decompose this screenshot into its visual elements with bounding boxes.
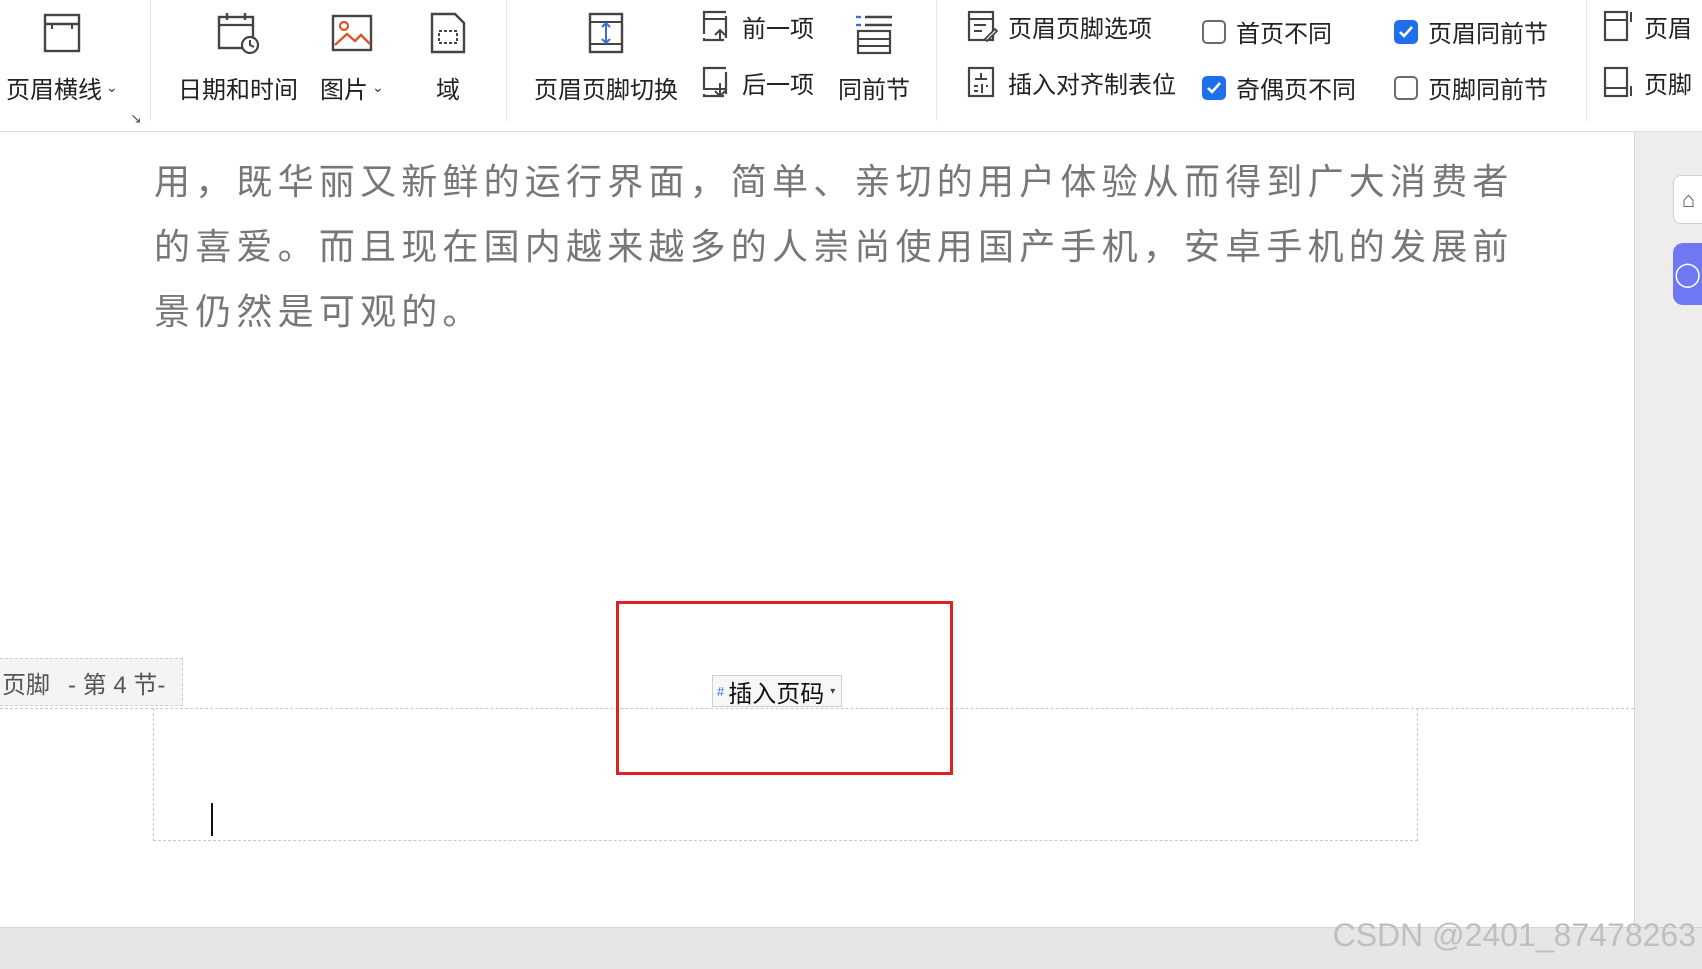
- switch-header-footer-button[interactable]: 页眉页脚切换: [534, 10, 678, 105]
- footer-section-tag: 页脚 - 第 4 节-: [0, 658, 183, 706]
- footer-bottom-label: 页脚: [1644, 71, 1692, 99]
- footer-bottom-icon: [1602, 64, 1634, 100]
- header-footer-options-icon: [966, 8, 998, 44]
- footer-same-prev-checkbox[interactable]: 页脚同前节: [1394, 70, 1548, 105]
- same-as-previous-label: 同前节: [838, 77, 910, 104]
- next-item-label: 后一项: [742, 71, 814, 99]
- dialog-launcher-icon[interactable]: ↘: [130, 110, 142, 127]
- switch-header-footer-icon: [584, 10, 628, 56]
- insert-align-tab-label: 插入对齐制表位: [1008, 71, 1176, 99]
- ribbon-toolbar: 页眉横线 ⌄ ↘ 日期和时间 图片 ⌄ 域 页眉页脚切换 前一项 后一项 同前节…: [0, 0, 1702, 132]
- text-cursor: [211, 803, 213, 836]
- field-label: 域: [436, 77, 460, 104]
- body-paragraph[interactable]: 用，既华丽又新鲜的运行界面，简单、亲切的用户体验从而得到广大消费者 的喜爱。而且…: [154, 150, 1514, 345]
- ribbon-separator: [936, 0, 937, 121]
- watermark: CSDN @2401_87478263: [1332, 917, 1696, 953]
- footer-label: 页脚: [2, 671, 50, 699]
- side-panel-button[interactable]: ⌂: [1673, 175, 1702, 224]
- assistant-icon: ◯: [1674, 260, 1701, 288]
- header-footer-options-label: 页眉页脚选项: [1008, 15, 1152, 43]
- picture-icon: [330, 10, 374, 56]
- collapse-icon: ⌂: [1681, 186, 1696, 212]
- same-as-previous-button[interactable]: 同前节: [838, 10, 910, 105]
- prev-item-button[interactable]: 前一项: [700, 8, 814, 44]
- highlight-annotation-box: [616, 601, 953, 775]
- chevron-down-icon: ⌄: [372, 79, 384, 95]
- header-same-prev-label: 页眉同前节: [1428, 21, 1548, 48]
- first-page-diff-label: 首页不同: [1236, 21, 1332, 48]
- checkbox-unchecked-icon: [1394, 75, 1418, 100]
- prev-item-label: 前一项: [742, 15, 814, 43]
- header-line-label: 页眉横线: [6, 77, 102, 104]
- header-top-distance-button[interactable]: 页眉: [1602, 8, 1692, 44]
- switch-header-footer-label: 页眉页脚切换: [534, 77, 678, 104]
- insert-align-tab-button[interactable]: 插入对齐制表位: [966, 64, 1176, 100]
- assistant-button[interactable]: ◯: [1673, 243, 1702, 305]
- footer-bottom-distance-button[interactable]: 页脚: [1602, 64, 1692, 100]
- calendar-clock-icon: [216, 10, 260, 56]
- same-as-previous-icon: [852, 10, 896, 56]
- section-label: - 第 4 节-: [68, 671, 166, 699]
- align-tab-icon: [966, 64, 998, 100]
- ribbon-separator: [1586, 0, 1587, 121]
- field-button[interactable]: 域: [426, 10, 470, 105]
- header-same-prev-checkbox[interactable]: 页眉同前节: [1394, 14, 1548, 49]
- next-item-icon: [700, 64, 732, 100]
- date-time-label: 日期和时间: [178, 77, 298, 104]
- checkbox-checked-icon: [1202, 75, 1226, 100]
- previous-item-icon: [700, 8, 732, 44]
- checkbox-unchecked-icon: [1202, 19, 1226, 44]
- odd-even-diff-checkbox[interactable]: 奇偶页不同: [1202, 70, 1356, 105]
- picture-button[interactable]: 图片 ⌄: [320, 10, 384, 105]
- paragraph-line: 用，既华丽又新鲜的运行界面，简单、亲切的用户体验从而得到广大消费者: [154, 162, 1514, 203]
- paragraph-line: 景仍然是可观的。: [154, 292, 484, 333]
- ribbon-separator: [506, 0, 507, 121]
- header-top-label: 页眉: [1644, 15, 1692, 43]
- checkbox-checked-icon: [1394, 19, 1418, 44]
- next-item-button[interactable]: 后一项: [700, 64, 814, 100]
- ribbon-separator: [150, 0, 151, 121]
- chevron-down-icon: ⌄: [106, 79, 118, 95]
- header-line-icon: [40, 10, 84, 56]
- date-time-button[interactable]: 日期和时间: [178, 10, 298, 105]
- first-page-diff-checkbox[interactable]: 首页不同: [1202, 14, 1332, 49]
- header-footer-options-button[interactable]: 页眉页脚选项: [966, 8, 1152, 44]
- picture-label: 图片: [320, 77, 368, 104]
- header-top-icon: [1602, 8, 1634, 44]
- footer-same-prev-label: 页脚同前节: [1428, 77, 1548, 104]
- odd-even-diff-label: 奇偶页不同: [1236, 77, 1356, 104]
- paragraph-line: 的喜爱。而且现在国内越来越多的人崇尚使用国产手机，安卓手机的发展前: [154, 227, 1514, 268]
- field-icon: [426, 10, 470, 56]
- header-line-button[interactable]: 页眉横线 ⌄: [6, 10, 118, 105]
